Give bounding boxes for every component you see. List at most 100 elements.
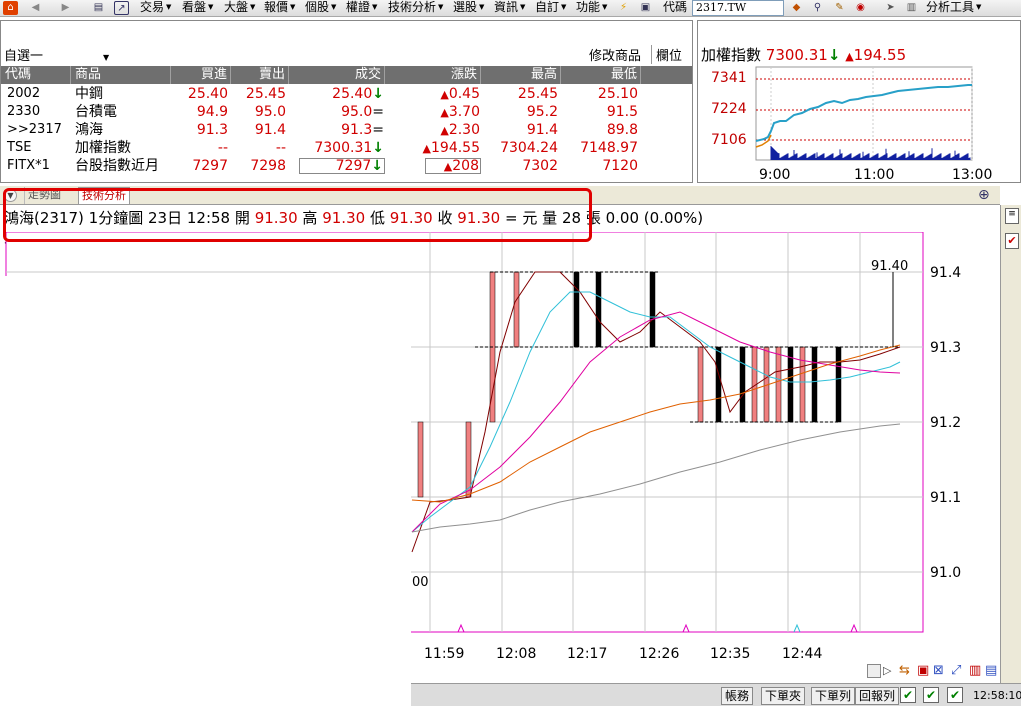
bar-chart-icon[interactable]: ▥ bbox=[969, 663, 981, 678]
chart-tool-icon[interactable]: ▥ bbox=[904, 1, 919, 15]
time-axis-labels: 11:59 12:08 12:17 12:26 12:35 12:44 bbox=[424, 646, 822, 662]
menu-item[interactable]: 大盤 ▼ bbox=[224, 0, 255, 17]
side-note-icon[interactable]: ≡ bbox=[1005, 208, 1019, 224]
menu-item[interactable]: 選股 ▼ bbox=[453, 0, 484, 17]
low-price: 25.10 bbox=[597, 86, 638, 102]
cursor-icon[interactable]: ➤ bbox=[883, 1, 898, 15]
fields-button[interactable]: 欄位 bbox=[651, 45, 682, 64]
menu-item-label: 個股 bbox=[305, 0, 330, 14]
column-header[interactable]: 最高 bbox=[481, 66, 561, 84]
check-icon[interactable]: ✔ bbox=[900, 687, 916, 703]
candle bbox=[799, 346, 806, 423]
code-input[interactable]: 2317.TW bbox=[692, 0, 784, 16]
box-zoom-icon[interactable]: ▣ bbox=[917, 663, 929, 678]
peak-label: 91.40 bbox=[871, 259, 908, 274]
candle bbox=[573, 271, 580, 348]
clock: 12:58:10 bbox=[973, 689, 1021, 702]
column-header[interactable]: 代碼 bbox=[1, 66, 71, 84]
menu-item-label: 選股 bbox=[453, 0, 478, 14]
group-select[interactable]: 自選一 ▼ bbox=[4, 45, 109, 64]
scroll-box-icon[interactable] bbox=[867, 664, 881, 678]
stock-icon[interactable]: ◆ bbox=[789, 1, 804, 15]
index-x-label-1: 9:00 bbox=[759, 167, 790, 182]
order-folder-button[interactable]: 下單夾 bbox=[761, 687, 806, 705]
chevron-down-icon: ▼ bbox=[331, 3, 337, 11]
candle bbox=[513, 271, 520, 348]
up-triangle-icon: ▲ bbox=[440, 124, 449, 137]
menu-item[interactable]: 資訊 ▼ bbox=[494, 0, 525, 17]
column-header[interactable]: 最低 bbox=[561, 66, 641, 84]
analysis-tools-label: 分析工具 bbox=[926, 0, 975, 14]
price-axis-label: 91.4 bbox=[930, 265, 961, 281]
status-bar: 帳務 下單夾 下單列 回報列 ✔ ✔ ✔ 12:58:10 bbox=[411, 683, 1021, 706]
index-y-label-2: 7224 bbox=[711, 101, 747, 117]
pan-icon[interactable]: ⇆ bbox=[899, 663, 910, 678]
print-icon[interactable]: ▤ bbox=[91, 1, 106, 15]
up-triangle-icon: ▲ bbox=[845, 50, 854, 63]
quote-panel: 自選一 ▼ 修改商品 欄位 代碼 商品 買進 賣出 成交 漲跌 最高 最低 2002 中鋼 25.4… bbox=[0, 20, 693, 183]
partial-price-label: 00 bbox=[412, 575, 429, 590]
menu-item[interactable]: 看盤 ▼ bbox=[182, 0, 213, 17]
account-button[interactable]: 帳務 bbox=[721, 687, 754, 705]
column-header[interactable]: 買進 bbox=[171, 66, 231, 84]
change-value: 0.45 bbox=[448, 86, 480, 102]
column-header[interactable]: 商品 bbox=[71, 66, 171, 84]
lightning-icon[interactable]: ⚡ bbox=[616, 1, 631, 15]
order-bar-button[interactable]: 下單列 bbox=[811, 687, 856, 705]
window-icon[interactable]: ▣ bbox=[638, 1, 653, 15]
forward-icon[interactable]: ▶ bbox=[58, 1, 73, 15]
time-axis-label: 11:59 bbox=[424, 646, 464, 662]
link-icon[interactable]: ↗ bbox=[114, 1, 129, 15]
back-icon[interactable]: ◀ bbox=[28, 1, 43, 15]
right-side-panel: ≡ ✔ bbox=[1000, 205, 1021, 683]
menu-item[interactable]: 交易 ▼ bbox=[140, 0, 171, 17]
chevron-down-icon: ▼ bbox=[250, 3, 256, 11]
low-price: 7148.97 bbox=[580, 140, 638, 156]
menu-item-label: 技術分析 bbox=[388, 0, 437, 14]
expand-icon[interactable]: ⤢ bbox=[951, 663, 961, 678]
check-icon[interactable]: ✔ bbox=[947, 687, 963, 703]
quote-row[interactable]: >>2317 鴻海 91.3 91.4 91.3= ▲2.30 91.4 89.8 bbox=[1, 121, 692, 139]
time-axis-label: 12:26 bbox=[639, 646, 679, 662]
home-icon[interactable]: ⌂ bbox=[3, 1, 18, 15]
high-price: 95.2 bbox=[526, 104, 558, 120]
bid-price: 7297 bbox=[192, 158, 228, 174]
menu-item[interactable]: 報價 ▼ bbox=[264, 0, 295, 17]
index-title: 加權指數 7300.31↓ ▲194.55 bbox=[701, 44, 906, 65]
search-icon[interactable]: ⚲ bbox=[810, 1, 825, 15]
settings-icon[interactable]: ▤ bbox=[985, 663, 997, 678]
alert-icon[interactable]: ◉ bbox=[853, 1, 868, 15]
analysis-tools-menu[interactable]: 分析工具 ▼ bbox=[926, 0, 981, 17]
scroll-right-icon[interactable]: ▷ bbox=[883, 664, 891, 677]
bid-price: -- bbox=[217, 140, 228, 156]
fit-icon[interactable]: ⊠ bbox=[933, 663, 944, 678]
report-bar-button[interactable]: 回報列 bbox=[855, 687, 900, 705]
check-icon[interactable]: ✔ bbox=[923, 687, 939, 703]
group-select-value: 自選一 bbox=[4, 49, 44, 64]
tools-icon[interactable]: ✎ bbox=[832, 1, 847, 15]
chart-toolbar: ▷ ⇆ ▣ ⊠ ⤢ ▥ ▤ bbox=[865, 663, 1000, 681]
menu-item[interactable]: 個股 ▼ bbox=[305, 0, 336, 17]
quote-row[interactable]: 2330 台積電 94.9 95.0 95.0= ▲3.70 95.2 91.5 bbox=[1, 103, 692, 121]
change-value: 194.55 bbox=[431, 140, 480, 156]
change-value: 3.70 bbox=[448, 104, 480, 120]
menu-item[interactable]: 權證 ▼ bbox=[346, 0, 377, 17]
tech-zoom-icon[interactable]: ⊕ bbox=[978, 187, 990, 203]
quote-row[interactable]: 2002 中鋼 25.40 25.45 25.40↓ ▲0.45 25.45 25.10 bbox=[1, 85, 692, 103]
low-price: 91.5 bbox=[606, 104, 638, 120]
menu-item[interactable]: 功能 ▼ bbox=[576, 0, 607, 17]
menu-item[interactable]: 技術分析 ▼ bbox=[388, 0, 443, 17]
chevron-down-icon: ▼ bbox=[372, 3, 378, 11]
candle bbox=[775, 346, 782, 423]
quote-row[interactable]: TSE 加權指數 -- -- 7300.31↓ ▲194.55 7304.24 7148.97 bbox=[1, 139, 692, 157]
time-axis-label: 12:08 bbox=[496, 646, 536, 662]
menu-item[interactable]: 自訂 ▼ bbox=[535, 0, 566, 17]
ask-price: 95.0 bbox=[254, 104, 286, 120]
column-header[interactable]: 漲跌 bbox=[385, 66, 481, 84]
quote-row[interactable]: FITX*1 台股指數近月 7297 7298 7297↓ ▲208 7302 7120 bbox=[1, 157, 692, 175]
side-check-icon[interactable]: ✔ bbox=[1005, 233, 1019, 249]
last-price: 25.40↓ bbox=[289, 85, 385, 103]
modify-products-button[interactable]: 修改商品 bbox=[589, 45, 641, 64]
column-header[interactable]: 賣出 bbox=[231, 66, 289, 84]
column-header[interactable]: 成交 bbox=[289, 66, 385, 84]
